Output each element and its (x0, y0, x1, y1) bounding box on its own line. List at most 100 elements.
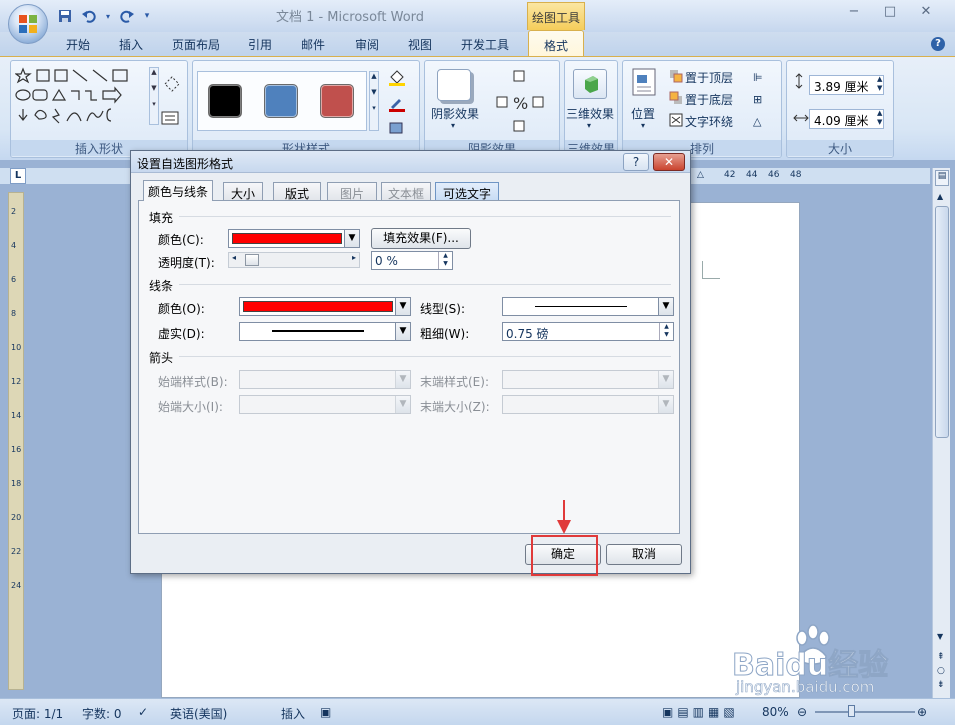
tab-size[interactable]: 大小 (223, 182, 263, 201)
shapes-gallery-scroll[interactable]: ▲ ▼ ▾ (149, 67, 159, 125)
transparency-input[interactable]: 0 % ▲ ▼ (371, 251, 453, 270)
line-color-dropdown[interactable]: ▼ (239, 297, 411, 316)
save-icon[interactable] (56, 7, 74, 25)
indent-marker-icon[interactable]: △ (697, 170, 704, 180)
send-to-back-icon[interactable] (669, 91, 683, 105)
tab-home[interactable]: 开始 (66, 36, 90, 53)
style-swatch-black[interactable] (208, 84, 242, 118)
tab-format[interactable]: 格式 (528, 30, 584, 58)
text-box-icon[interactable] (161, 111, 179, 125)
zoom-level[interactable]: 80% (762, 705, 789, 719)
customize-qat-icon[interactable]: ▾ (142, 7, 152, 25)
line-style-preview (535, 306, 627, 307)
tab-references[interactable]: 引用 (248, 36, 272, 53)
close-icon[interactable]: ✕ (918, 4, 934, 20)
view-buttons-icon[interactable]: ▣▤▥▦▧ (662, 705, 739, 719)
dialog-close-button[interactable]: ✕ (653, 153, 685, 171)
undo-icon[interactable] (80, 7, 98, 25)
three-d-dropdown-icon[interactable]: ▾ (587, 121, 591, 130)
weight-value: 0.75 磅 (506, 327, 549, 341)
width-input[interactable]: 4.09 厘米 (809, 109, 884, 129)
height-input[interactable]: 3.89 厘米 (809, 75, 884, 95)
bring-to-front-icon[interactable] (669, 69, 683, 83)
ruler-number: 12 (11, 377, 22, 386)
tab-selector-icon[interactable]: L (10, 168, 26, 184)
line-style-dropdown[interactable]: ▼ (502, 297, 674, 316)
shadow-effects-icon[interactable] (437, 69, 471, 101)
zoom-slider[interactable] (815, 711, 915, 713)
view-ruler-icon[interactable]: ▤ (935, 170, 949, 186)
page-count[interactable]: 页面: 1/1 (12, 705, 63, 722)
fill-effects-button[interactable]: 填充效果(F)... (371, 228, 471, 249)
cancel-button[interactable]: 取消 (606, 544, 682, 565)
tab-mailings[interactable]: 邮件 (301, 36, 325, 53)
maximize-icon[interactable]: □ (882, 4, 898, 20)
insert-mode[interactable]: 插入 (281, 705, 305, 722)
word-count[interactable]: 字数: 0 (82, 705, 122, 722)
format-autoshape-dialog: 设置自选图形格式 ? ✕ 颜色与线条 大小 版式 图片 文本框 可选文字 填充 … (130, 150, 691, 574)
shadow-effects-button[interactable]: 阴影效果 (431, 105, 479, 122)
transparency-slider-thumb[interactable] (245, 254, 259, 266)
tab-developer[interactable]: 开发工具 (461, 36, 509, 53)
help-icon[interactable]: ? (931, 37, 945, 51)
scroll-up-icon[interactable]: ▲ (937, 192, 943, 201)
shape-styles-scroll[interactable]: ▲ ▼ ▾ (369, 71, 379, 131)
shapes-gallery-icon[interactable] (15, 67, 147, 127)
language-status[interactable]: 英语(美国) (170, 705, 227, 722)
proofing-icon[interactable]: ✓ (138, 705, 148, 719)
position-icon[interactable] (631, 67, 657, 97)
tab-view[interactable]: 视图 (408, 36, 432, 53)
ruler-number: 16 (11, 445, 22, 454)
vertical-ruler[interactable]: 2 4 6 8 10 12 14 16 18 20 22 24 (8, 192, 24, 690)
tab-colors-and-lines[interactable]: 颜色与线条 (143, 180, 213, 201)
fill-color-dropdown[interactable]: ▼ (228, 229, 360, 248)
tab-insert[interactable]: 插入 (119, 36, 143, 53)
tab-layout[interactable]: 版式 (273, 182, 321, 201)
office-button[interactable] (8, 4, 48, 44)
shape-outline-icon[interactable] (387, 95, 409, 113)
height-spinner-icon[interactable]: ▲ ▼ (877, 75, 882, 93)
transparency-spinner-icon[interactable]: ▲ ▼ (438, 252, 452, 269)
zoom-slider-thumb[interactable] (848, 705, 855, 717)
send-to-back-button[interactable]: 置于底层 (685, 91, 733, 108)
annotation-arrow-icon (557, 500, 571, 534)
dash-dropdown[interactable]: ▼ (239, 322, 411, 341)
macro-record-icon[interactable]: ▣ (320, 705, 331, 719)
style-swatch-blue[interactable] (264, 84, 298, 118)
edit-shape-icon[interactable] (163, 75, 181, 93)
redo-icon[interactable] (118, 7, 136, 25)
style-swatch-red[interactable] (320, 84, 354, 118)
scroll-down-icon[interactable]: ▼ (937, 632, 943, 641)
weight-spinner-icon[interactable]: ▲ ▼ (659, 323, 673, 340)
change-shape-icon[interactable] (387, 119, 409, 137)
text-wrap-icon[interactable] (669, 113, 683, 127)
shadow-nudge-icons[interactable]: % (489, 67, 555, 137)
transparency-slider[interactable]: ◂ ▸ (228, 252, 360, 268)
three-d-effects-button[interactable]: 三维效果 (566, 105, 614, 122)
position-dropdown-icon[interactable]: ▾ (641, 121, 645, 130)
tab-alt-text[interactable]: 可选文字 (435, 182, 499, 201)
dialog-help-button[interactable]: ? (623, 153, 649, 171)
tab-page-layout[interactable]: 页面布局 (172, 36, 220, 53)
vertical-scrollbar[interactable]: ▤ ▲ ▼ ⇞ ○ ⇟ (932, 168, 950, 698)
tab-review[interactable]: 审阅 (355, 36, 379, 53)
line-style-label: 线型(S): (420, 302, 466, 316)
zoom-out-icon[interactable]: ⊖ (797, 705, 807, 719)
minimize-icon[interactable]: − (846, 4, 862, 20)
slider-left-icon[interactable]: ◂ (232, 253, 236, 262)
text-wrap-button[interactable]: 文字环绕 (685, 113, 733, 130)
width-spinner-icon[interactable]: ▲ ▼ (877, 109, 882, 127)
arrange-small-icons[interactable]: ⊫ ⊞ △ (753, 67, 777, 133)
position-button[interactable]: 位置 (631, 105, 655, 122)
zoom-in-icon[interactable]: ⊕ (917, 705, 927, 719)
undo-dropdown-icon[interactable]: ▾ (104, 7, 112, 25)
scroll-thumb[interactable] (935, 206, 949, 438)
shape-fill-icon[interactable] (387, 69, 409, 87)
slider-right-icon[interactable]: ▸ (352, 253, 356, 262)
bring-to-front-button[interactable]: 置于顶层 (685, 69, 733, 86)
dash-label: 虚实(D): (158, 327, 205, 341)
browse-object-icons[interactable]: ⇞ ○ ⇟ (937, 650, 945, 692)
shadow-dropdown-icon[interactable]: ▾ (451, 121, 455, 130)
three-d-effects-icon[interactable] (573, 69, 607, 99)
weight-input[interactable]: 0.75 磅 ▲ ▼ (502, 322, 674, 341)
